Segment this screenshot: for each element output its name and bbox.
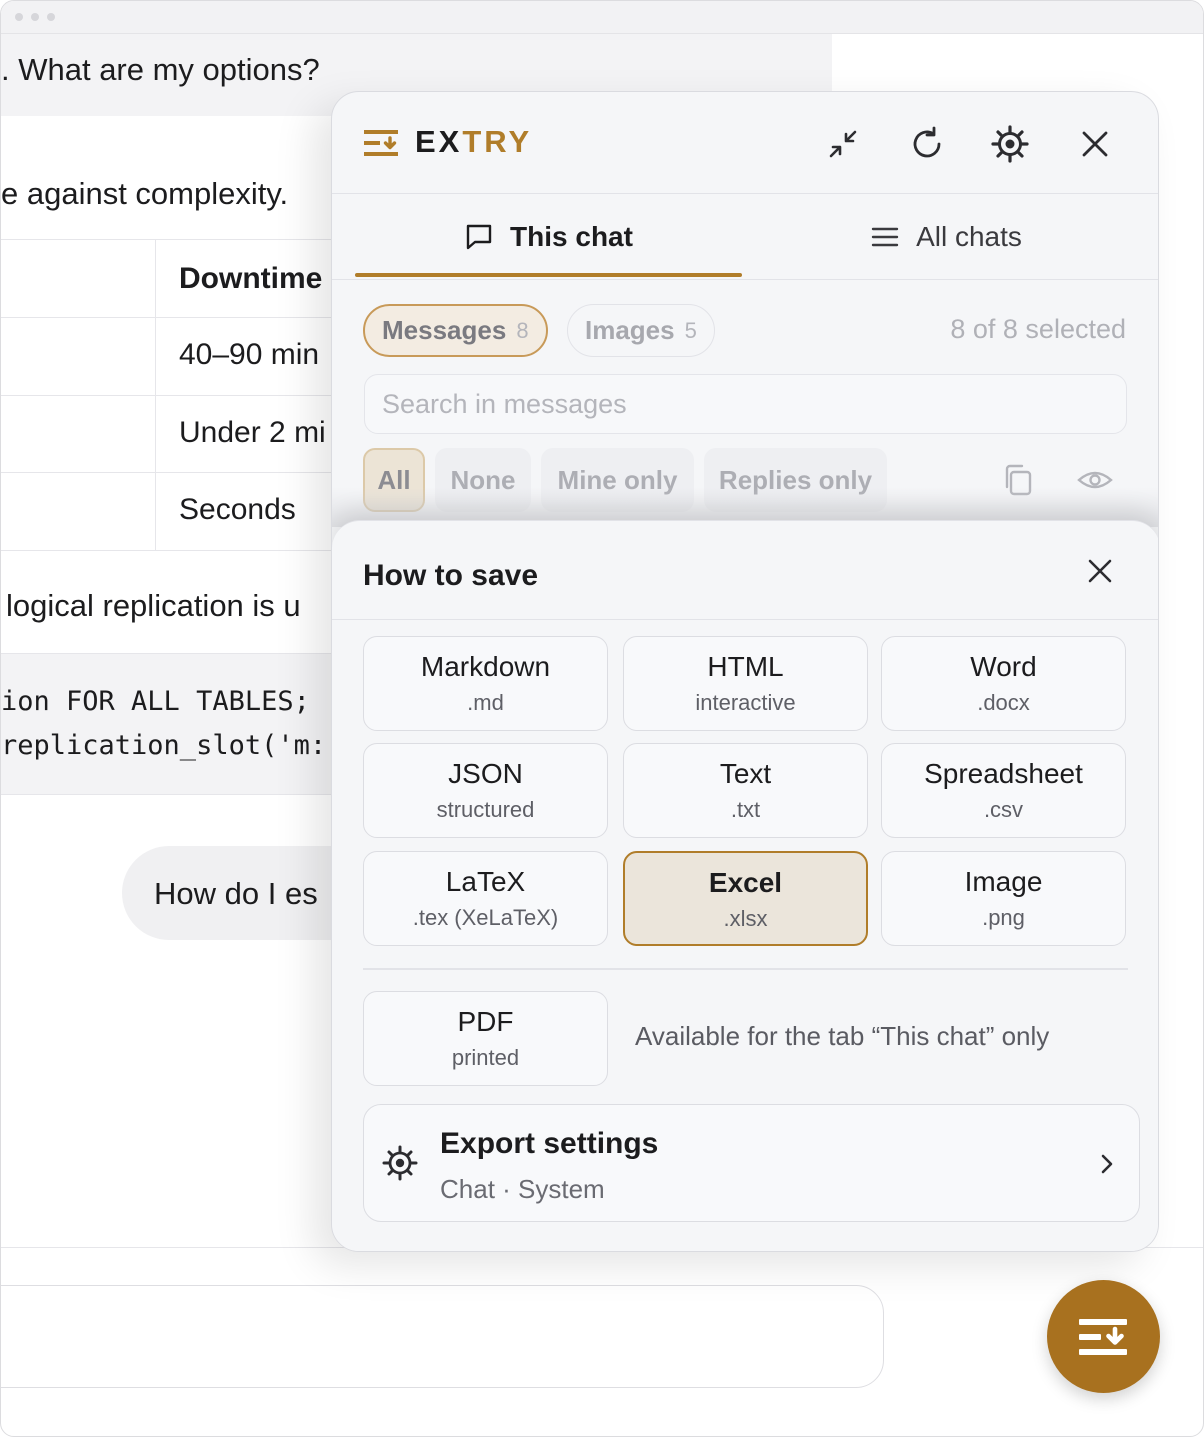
- format-name: PDF: [457, 1006, 514, 1037]
- search-box: [364, 374, 1127, 434]
- format-sub: printed: [451, 1045, 520, 1070]
- format-name: JSON: [448, 758, 523, 789]
- format-name: Text: [719, 758, 772, 789]
- table-row: Seconds: [1, 472, 341, 551]
- close-sheet-button[interactable]: [1078, 549, 1122, 593]
- collapse-button[interactable]: [819, 120, 867, 168]
- pill-label: Messages: [382, 315, 507, 345]
- bubble-text: How do I es: [154, 876, 318, 911]
- brand-prefix: EX: [415, 124, 463, 159]
- format-excel-button[interactable]: Excel .xlsx: [623, 851, 868, 946]
- format-name: Markdown: [420, 651, 551, 682]
- table-cell: Seconds: [179, 493, 296, 526]
- table-row: 40–90 min: [1, 317, 341, 395]
- question-text: . What are my options?: [1, 52, 320, 87]
- collapse-icon: [829, 130, 857, 158]
- panel-header: EXTRY: [332, 92, 1158, 194]
- format-pdf-button[interactable]: PDF printed: [363, 991, 608, 1086]
- close-panel-button[interactable]: [1071, 120, 1119, 168]
- format-name: HTML: [707, 651, 784, 682]
- format-sub: .png: [982, 905, 1025, 930]
- brand-name: EXTRY: [415, 124, 532, 160]
- window-titlebar: [1, 1, 1203, 34]
- format-sub: interactive: [695, 690, 796, 715]
- pill-label: Images: [585, 315, 675, 345]
- format-sub: .tex (XeLaTeX): [412, 905, 559, 930]
- window-dot: [31, 13, 39, 21]
- close-icon: [1088, 559, 1112, 583]
- format-latex-button[interactable]: LaTeX .tex (XeLaTeX): [363, 851, 608, 946]
- gear-icon: [382, 1145, 418, 1181]
- export-settings-sub: Chat · System: [440, 1174, 605, 1204]
- table-row: Downtime: [1, 239, 341, 317]
- format-html-button[interactable]: HTML interactive: [623, 636, 868, 731]
- chat-composer-input[interactable]: [1, 1285, 884, 1388]
- refresh-button[interactable]: [903, 120, 951, 168]
- window-dot: [47, 13, 55, 21]
- brand-accent: TRY: [462, 124, 533, 159]
- format-spreadsheet-button[interactable]: Spreadsheet .csv: [881, 743, 1126, 838]
- code-block: ion FOR ALL TABLES; replication_slot('m:: [1, 653, 341, 795]
- active-tab-indicator: [355, 273, 742, 277]
- close-icon: [1082, 131, 1108, 157]
- comparison-table: Downtime 40–90 min Under 2 mi Seconds: [1, 239, 341, 551]
- extry-fab-button[interactable]: [1047, 1280, 1160, 1393]
- export-settings-button[interactable]: Export settings Chat · System: [363, 1104, 1140, 1222]
- format-name: Image: [964, 866, 1043, 897]
- export-settings-title: Export settings: [440, 1127, 659, 1160]
- format-name: LaTeX: [445, 866, 526, 897]
- format-name: Excel: [708, 867, 783, 898]
- chevron-right-icon: [1101, 1154, 1113, 1174]
- selection-status: 8 of 8 selected: [950, 314, 1126, 344]
- messages-pill[interactable]: Messages 8: [363, 304, 548, 357]
- chat-bubble-icon: [466, 224, 492, 250]
- gear-icon: [991, 125, 1029, 163]
- format-word-button[interactable]: Word .docx: [881, 636, 1126, 731]
- tab-all-chats[interactable]: All chats: [752, 194, 1140, 280]
- code-line: ion FOR ALL TABLES;: [1, 686, 310, 717]
- answer-text: logical replication is u: [6, 588, 301, 623]
- pill-count: 8: [516, 317, 529, 343]
- format-name: Word: [970, 651, 1037, 682]
- format-sub: structured: [436, 797, 535, 822]
- window-dot: [15, 13, 23, 21]
- sheet-title: How to save: [363, 559, 539, 592]
- format-sub: .xlsx: [723, 906, 768, 931]
- format-json-button[interactable]: JSON structured: [363, 743, 608, 838]
- refresh-icon: [913, 126, 941, 158]
- tab-this-chat[interactable]: This chat: [355, 194, 742, 280]
- table-row: Under 2 mi: [1, 395, 341, 473]
- images-pill[interactable]: Images 5: [567, 304, 715, 357]
- format-sub: .md: [467, 690, 504, 715]
- extry-logo-icon: [1078, 1318, 1127, 1355]
- format-divider: [363, 968, 1128, 970]
- format-markdown-button[interactable]: Markdown .md: [363, 636, 608, 731]
- format-sub: .docx: [977, 690, 1030, 715]
- save-sheet: How to save Markdown .md HTML interactiv…: [332, 520, 1158, 1251]
- search-input[interactable]: [382, 375, 1102, 433]
- pdf-availability-note: Available for the tab “This chat” only: [635, 1021, 1050, 1051]
- pill-count: 5: [684, 317, 697, 343]
- app-window: . What are my options? e against complex…: [0, 0, 1204, 1437]
- sheet-divider: [332, 619, 1158, 620]
- list-icon: [871, 227, 899, 247]
- table-cell: 40–90 min: [179, 338, 320, 371]
- tab-label: This chat: [510, 221, 633, 252]
- answer-text: e against complexity.: [1, 176, 289, 211]
- format-image-button[interactable]: Image .png: [881, 851, 1126, 946]
- table-header-cell: Downtime: [179, 262, 323, 295]
- format-name: Spreadsheet: [924, 758, 1083, 789]
- settings-button[interactable]: [986, 120, 1034, 168]
- tab-label: All chats: [916, 221, 1022, 252]
- code-line: replication_slot('m:: [1, 730, 327, 761]
- table-cell: Under 2 mi: [179, 416, 326, 449]
- format-sub: .csv: [983, 797, 1024, 822]
- format-text-button[interactable]: Text .txt: [623, 743, 868, 838]
- extry-logo-icon: [364, 130, 398, 156]
- scope-tabs: This chat All chats: [332, 194, 1158, 280]
- extry-panel: EXTRY This chat All chats Messages 8 Ima…: [331, 91, 1159, 1252]
- format-sub: .txt: [730, 797, 761, 822]
